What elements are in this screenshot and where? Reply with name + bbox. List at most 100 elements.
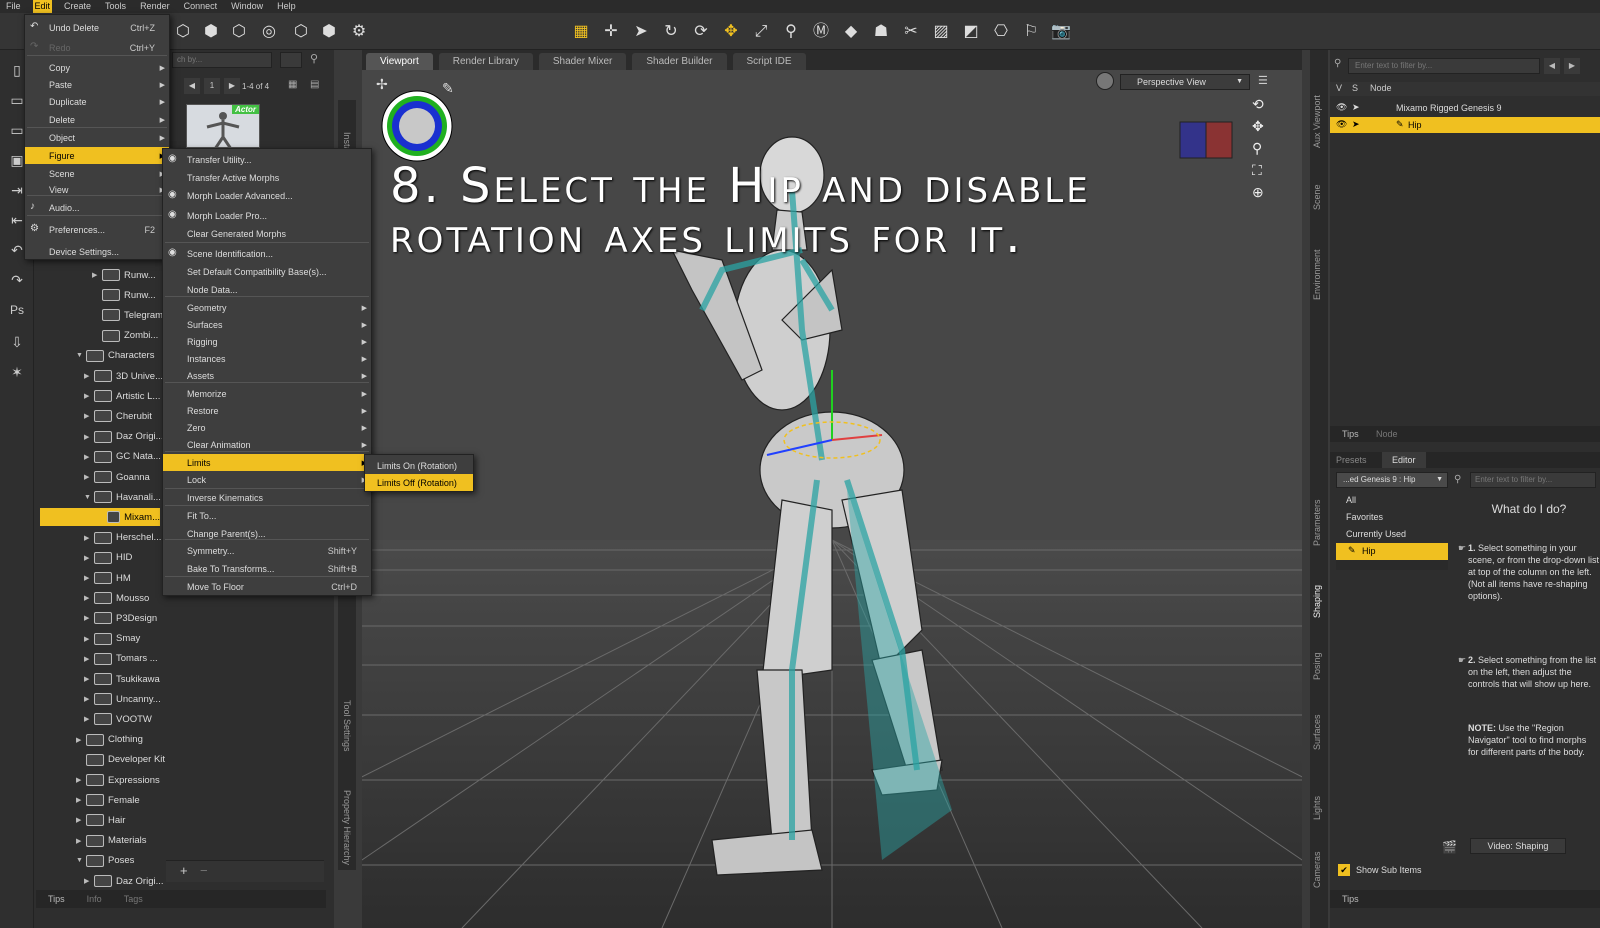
edit-menu-audio[interactable]: ♪ Audio...: [25, 199, 169, 216]
tree-item-gc-nata[interactable]: ▶ GC Nata...: [84, 448, 161, 466]
menu-file[interactable]: File: [4, 0, 23, 13]
figure-menu-clear-generated-morphs[interactable]: Clear Generated Morphs: [163, 225, 371, 242]
tree-item-poses[interactable]: ▼ Poses: [76, 852, 134, 870]
tree-item-daz-origi[interactable]: ▶ Daz Origi...: [84, 428, 164, 446]
video-shaping-button[interactable]: Video: Shaping: [1470, 838, 1566, 854]
render-camera-icon[interactable]: 📷: [1050, 21, 1072, 43]
chevron-right-icon[interactable]: ▶: [76, 736, 86, 744]
chevron-right-icon[interactable]: ▶: [76, 796, 86, 804]
tab-tips-bottom[interactable]: Tips: [1342, 894, 1359, 904]
figure-menu-rigging[interactable]: Rigging ▶: [163, 333, 371, 350]
frame-icon[interactable]: ⛶: [1252, 162, 1262, 179]
tree-item-daz-origi[interactable]: ▶ Daz Origi...: [84, 872, 164, 890]
geometry-editor-icon[interactable]: ✂: [900, 21, 922, 43]
tab-shader-builder[interactable]: Shader Builder: [632, 53, 727, 70]
edit-menu-preferences[interactable]: ⚙ Preferences... F2: [25, 221, 169, 238]
figure-menu-geometry[interactable]: Geometry ▶: [163, 299, 371, 316]
group-all[interactable]: All: [1336, 492, 1448, 509]
figure-menu-transfer-active-morphs[interactable]: Transfer Active Morphs: [163, 169, 371, 186]
tree-item-tomars[interactable]: ▶ Tomars ...: [84, 650, 158, 668]
tab-surfaces[interactable]: Surfaces: [1312, 714, 1322, 750]
chevron-right-icon[interactable]: ▶: [84, 877, 94, 885]
menu-render[interactable]: Render: [138, 0, 172, 13]
chevron-right-icon[interactable]: ▶: [84, 695, 94, 703]
tab-shader-mixer[interactable]: Shader Mixer: [538, 53, 627, 70]
chevron-right-icon[interactable]: ▶: [84, 655, 94, 663]
tree-item-herschel[interactable]: ▶ Herschel...: [84, 529, 161, 547]
zoom-icon[interactable]: ⚲: [1252, 140, 1262, 157]
chevron-right-icon[interactable]: ▶: [84, 715, 94, 723]
tree-item-3d-unive[interactable]: ▶ 3D Unive...: [84, 367, 163, 385]
tree-item-runw[interactable]: ▶ Runw...: [92, 266, 156, 284]
params-filter-input[interactable]: Enter text to filter by...: [1470, 472, 1596, 488]
tree-item-developer-kit[interactable]: Developer Kit: [76, 751, 165, 769]
chevron-right-icon[interactable]: ▶: [76, 776, 86, 784]
tab-scene[interactable]: Scene: [1312, 184, 1322, 210]
tab-cameras[interactable]: Cameras: [1312, 851, 1322, 888]
edit-menu-copy[interactable]: Copy ▶: [25, 59, 169, 76]
chevron-right-icon[interactable]: ▶: [84, 554, 94, 562]
menu-window[interactable]: Window: [229, 0, 265, 13]
figure-menu-zero[interactable]: Zero ▶: [163, 419, 371, 436]
tab-posing[interactable]: Posing: [1312, 652, 1322, 680]
translate-icon[interactable]: ⟳: [690, 21, 712, 43]
menu-connect[interactable]: Connect: [182, 0, 220, 13]
edit-menu-paste[interactable]: Paste ▶: [25, 76, 169, 93]
limits-menu-limits-on-rotation[interactable]: Limits On (Rotation): [365, 457, 473, 474]
figure-menu-surfaces[interactable]: Surfaces ▶: [163, 316, 371, 333]
edit-menu-object[interactable]: Object ▶: [25, 129, 169, 146]
figure-menu-limits[interactable]: Limits▶: [163, 454, 371, 471]
pin-view-icon[interactable]: ✢: [376, 76, 388, 93]
tree-item-telegram[interactable]: Telegram: [92, 306, 163, 324]
figure-menu-instances[interactable]: Instances ▶: [163, 350, 371, 367]
scene-next-icon[interactable]: ▶: [1564, 58, 1580, 74]
edit-menu-scene[interactable]: Scene▶: [25, 165, 169, 182]
tab-info[interactable]: Info: [87, 894, 102, 904]
edit-menu-device-settings[interactable]: Device Settings...: [25, 243, 169, 260]
chevron-right-icon[interactable]: ▶: [76, 837, 86, 845]
remove-icon[interactable]: −: [200, 863, 208, 878]
tree-item-clothing[interactable]: ▶ Clothing: [76, 731, 143, 749]
tab-tips[interactable]: Tips: [48, 894, 65, 904]
content-search-input[interactable]: ch by...: [172, 52, 272, 68]
grid-view-icon[interactable]: ▦: [288, 79, 297, 90]
tree-item-p3design[interactable]: ▶ P3Design: [84, 609, 157, 627]
new-figure-icon[interactable]: ⬡: [172, 21, 194, 43]
list-view-icon[interactable]: ▤: [310, 79, 319, 90]
spot-render-icon[interactable]: ◩: [960, 21, 982, 43]
tree-item-materials[interactable]: ▶ Materials: [76, 832, 147, 850]
group-hip[interactable]: ✎ Hip: [1336, 543, 1448, 560]
eye-icon[interactable]: 👁: [1336, 119, 1347, 130]
menu-create[interactable]: Create: [62, 0, 93, 13]
brush-icon[interactable]: ▨: [930, 21, 952, 43]
tree-item-hm[interactable]: ▶ HM: [84, 569, 131, 587]
camera-add-icon[interactable]: ⎔: [990, 21, 1012, 43]
chevron-down-icon[interactable]: ▼: [76, 857, 86, 864]
pan-icon[interactable]: ✥: [1252, 118, 1264, 135]
surface-tool-icon[interactable]: ◆: [840, 21, 862, 43]
chevron-right-icon[interactable]: ▶: [84, 412, 94, 420]
figure-menu-memorize[interactable]: Memorize ▶: [163, 385, 371, 402]
chevron-right-icon[interactable]: ▶: [84, 392, 94, 400]
figure-menu-scene-identification[interactable]: ◉ Scene Identification...: [163, 245, 371, 262]
figure-menu-move-to-floor[interactable]: Move To Floor Ctrl+D: [163, 578, 371, 595]
chevron-right-icon[interactable]: ▶: [84, 372, 94, 380]
edit-menu-delete[interactable]: Delete ▶: [25, 111, 169, 128]
pointer-icon[interactable]: ➤: [630, 21, 652, 43]
tree-item-mousso[interactable]: ▶ Mousso: [84, 589, 149, 607]
add-icon[interactable]: +: [180, 863, 188, 878]
figure-menu-bake-to-transforms[interactable]: Bake To Transforms... Shift+B: [163, 560, 371, 577]
dolly-icon[interactable]: ⊕: [1252, 184, 1264, 201]
figure-tool-icon[interactable]: ✶: [7, 362, 27, 382]
tree-item-tsukikawa[interactable]: ▶ Tsukikawa: [84, 670, 160, 688]
tree-item-zombi[interactable]: Zombi...: [92, 327, 158, 345]
chevron-right-icon[interactable]: ▶: [84, 614, 94, 622]
tree-item-female[interactable]: ▶ Female: [76, 791, 140, 809]
tree-item-smay[interactable]: ▶ Smay: [84, 630, 140, 648]
move-icon[interactable]: ✥: [720, 21, 742, 43]
tree-item-cherubit[interactable]: ▶ Cherubit: [84, 407, 152, 425]
rotate-icon[interactable]: ↻: [660, 21, 682, 43]
download-icon[interactable]: ⇩: [7, 332, 27, 352]
menu-help[interactable]: Help: [275, 0, 298, 13]
photoshop-bridge-icon[interactable]: Ps: [7, 300, 27, 320]
